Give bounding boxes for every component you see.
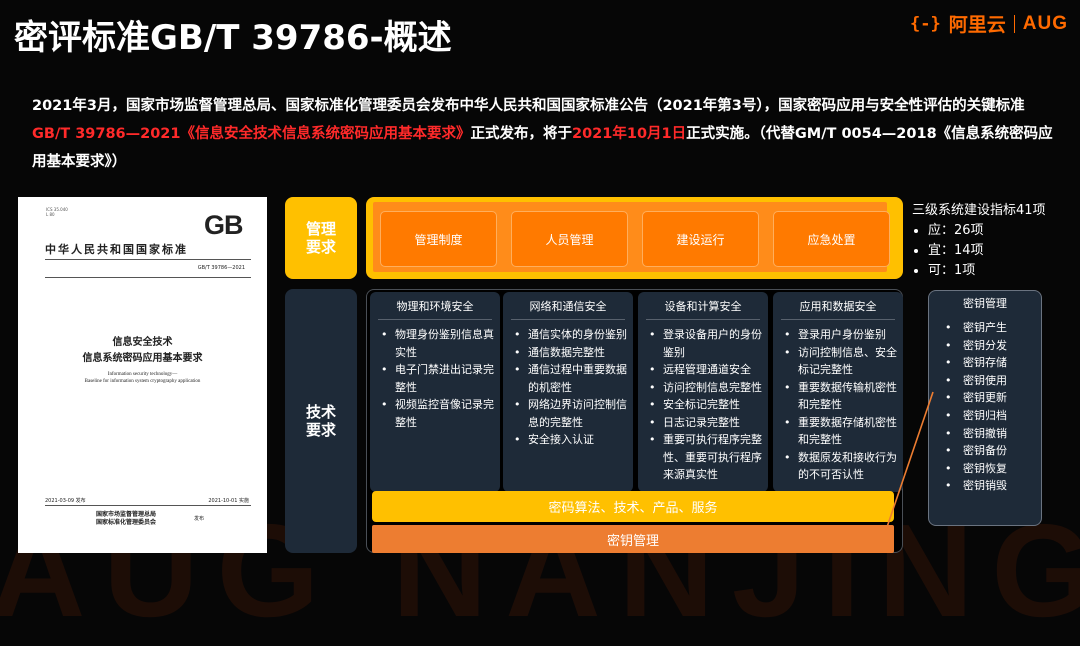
management-label-text: 管理 要求 bbox=[305, 220, 336, 256]
crypto-algorithm-bar: 密码算法、技术、产品、服务 bbox=[372, 491, 894, 522]
tech-item: 重要数据存储机密性和完整性 bbox=[781, 414, 897, 449]
tech-column-network: 网络和通信安全 通信实体的身份鉴别 通信数据完整性 通信过程中重要数据的机密性 … bbox=[503, 292, 633, 492]
key-management-bar: 密钥管理 bbox=[372, 525, 894, 553]
level-item: 宜：14项 bbox=[928, 241, 1046, 261]
level-item: 可：1项 bbox=[928, 261, 1046, 281]
level-summary-heading: 三级系统建设指标41项 bbox=[912, 203, 1046, 218]
intro-effective-date: 2021年10月1日 bbox=[572, 126, 687, 142]
technical-label-text: 技术 要求 bbox=[305, 403, 336, 439]
tech-item: 访问控制信息、安全标记完整性 bbox=[781, 344, 897, 379]
management-item: 应急处置 bbox=[773, 211, 890, 267]
brand-name: 阿里云 bbox=[948, 14, 1006, 36]
tech-item: 数据原发和接收行为的不可否认性 bbox=[781, 449, 897, 484]
doc-publisher: 国家市场监督管理总局 国家标准化管理委员会 bbox=[96, 511, 157, 526]
key-item: 密钥归档 bbox=[941, 407, 1041, 425]
intro-paragraph: 2021年3月，国家市场监督管理总局、国家标准化管理委员会发布中华人民共和国国家… bbox=[32, 92, 1057, 176]
doc-standard-org: 中华人民共和国国家标准 bbox=[45, 243, 188, 256]
brand-sub: AUG bbox=[1022, 12, 1068, 34]
tech-item: 物理身份鉴别信息真实性 bbox=[378, 326, 494, 361]
key-item: 密钥使用 bbox=[941, 372, 1041, 390]
gb-logo: GB bbox=[204, 210, 243, 240]
tech-column-physical: 物理和环境安全 物理身份鉴别信息真实性 电子门禁进出记录完整性 视频监控音像记录… bbox=[370, 292, 500, 492]
column-divider bbox=[378, 319, 492, 320]
key-item: 密钥恢复 bbox=[941, 460, 1041, 478]
key-management-title: 密钥管理 bbox=[963, 297, 1007, 310]
tech-item: 登录设备用户的身份鉴别 bbox=[646, 326, 762, 361]
doc-title-line1: 信息安全技术 bbox=[112, 337, 173, 348]
tech-column-title: 应用和数据安全 bbox=[799, 300, 877, 313]
tech-item: 日志记录完整性 bbox=[646, 414, 762, 432]
technical-requirements-label: 技术 要求 bbox=[285, 289, 357, 553]
tech-column-device: 设备和计算安全 登录设备用户的身份鉴别 远程管理通道安全 访问控制信息完整性 安… bbox=[638, 292, 768, 492]
tech-item: 重要可执行程序完整性、重要可执行程序来源真实性 bbox=[646, 431, 762, 484]
standard-document-cover: ICS 35.040 L 80 GB 中华人民共和国国家标准 GB/T 39786… bbox=[18, 197, 267, 553]
tech-item: 通信数据完整性 bbox=[511, 344, 627, 362]
key-management-box: 密钥管理 密钥产生 密钥分发 密钥存储 密钥使用 密钥更新 密钥归档 密钥撤销 … bbox=[928, 290, 1042, 526]
tech-column-application: 应用和数据安全 登录用户身份鉴别 访问控制信息、安全标记完整性 重要数据传输机密… bbox=[773, 292, 903, 492]
doc-english-title-1: Information security technology— bbox=[107, 372, 178, 377]
doc-code: GB/T 39786—2021 bbox=[197, 265, 245, 271]
doc-divider bbox=[45, 277, 251, 278]
doc-publisher-word: 发布 bbox=[194, 516, 205, 522]
column-divider bbox=[646, 319, 760, 320]
management-item: 管理制度 bbox=[380, 211, 497, 267]
key-item: 密钥分发 bbox=[941, 337, 1041, 355]
doc-effective-date: 2021-10-01 实施 bbox=[208, 498, 249, 504]
key-item: 密钥备份 bbox=[941, 442, 1041, 460]
intro-text-2: 正式发布，将于 bbox=[470, 126, 573, 142]
management-requirements-label: 管理 要求 bbox=[285, 197, 357, 279]
level-item: 应：26项 bbox=[928, 221, 1046, 241]
column-divider bbox=[781, 319, 895, 320]
tech-item: 远程管理通道安全 bbox=[646, 361, 762, 379]
key-item: 密钥更新 bbox=[941, 389, 1041, 407]
key-item: 密钥产生 bbox=[941, 319, 1041, 337]
tech-item: 重要数据传输机密性和完整性 bbox=[781, 379, 897, 414]
management-item: 建设运行 bbox=[642, 211, 759, 267]
doc-english-title-2: Baseline for information system cryptogr… bbox=[84, 379, 201, 384]
tech-column-title: 设备和计算安全 bbox=[664, 300, 742, 313]
intro-standard-name: GB/T 39786—2021《信息安全技术信息系统密码应用基本要求》 bbox=[32, 126, 471, 142]
key-item: 密钥存储 bbox=[941, 354, 1041, 372]
management-item: 人员管理 bbox=[511, 211, 628, 267]
logo-divider bbox=[1013, 14, 1015, 33]
doc-title-line2: 信息系统密码应用基本要求 bbox=[82, 353, 203, 364]
tech-item: 登录用户身份鉴别 bbox=[781, 326, 897, 344]
tech-item: 访问控制信息完整性 bbox=[646, 379, 762, 397]
tech-item: 电子门禁进出记录完整性 bbox=[378, 361, 494, 396]
level-summary: 三级系统建设指标41项 应：26项 宜：14项 可：1项 bbox=[912, 201, 1046, 281]
tech-item: 通信实体的身份鉴别 bbox=[511, 326, 627, 344]
key-item: 密钥撤销 bbox=[941, 425, 1041, 443]
key-item: 密钥销毁 bbox=[941, 477, 1041, 495]
column-divider bbox=[511, 319, 625, 320]
doc-ics-code: ICS 35.040 L 80 bbox=[46, 207, 68, 217]
tech-item: 网络边界访问控制信息的完整性 bbox=[511, 396, 627, 431]
tech-item: 视频监控音像记录完整性 bbox=[378, 396, 494, 431]
tech-item: 通信过程中重要数据的机密性 bbox=[511, 361, 627, 396]
doc-divider bbox=[45, 259, 251, 260]
tech-item: 安全接入认证 bbox=[511, 431, 627, 449]
doc-publish-date: 2021-03-09 发布 bbox=[45, 498, 86, 504]
intro-text-1: 2021年3月，国家市场监督管理总局、国家标准化管理委员会发布中华人民共和国国家… bbox=[32, 98, 1025, 114]
tech-item: 安全标记完整性 bbox=[646, 396, 762, 414]
aliyun-logo-icon: {-} bbox=[910, 13, 941, 34]
brand-logo: {-} 阿里云 AUG bbox=[910, 10, 1068, 37]
page-title: 密评标准GB/T 39786-概述 bbox=[14, 18, 452, 58]
tech-column-title: 物理和环境安全 bbox=[396, 300, 474, 313]
doc-divider bbox=[45, 505, 251, 506]
tech-column-title: 网络和通信安全 bbox=[529, 300, 607, 313]
